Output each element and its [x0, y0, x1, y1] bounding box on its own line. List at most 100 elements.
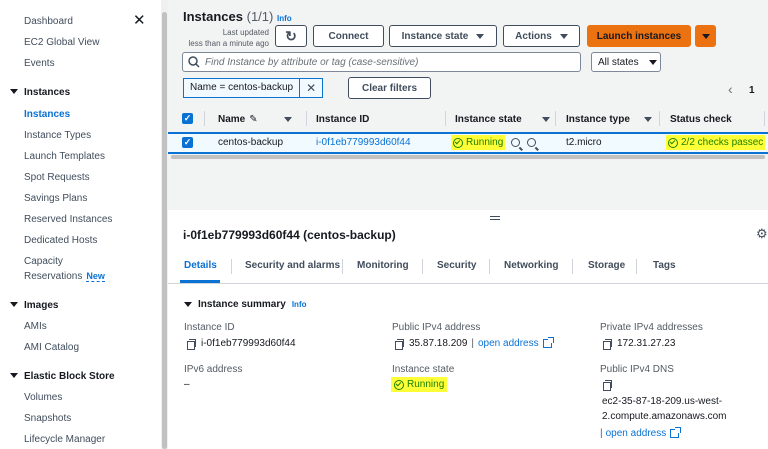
tab-networking[interactable]: Networking	[504, 260, 558, 271]
sidebar-section-images[interactable]: Images	[10, 300, 58, 311]
tab-details[interactable]: Details	[184, 260, 217, 271]
column-instance-id[interactable]: Instance ID	[316, 108, 369, 130]
copy-icon[interactable]	[187, 338, 196, 350]
sidebar-item-capacity-reservations[interactable]: Reservations New	[24, 271, 105, 282]
instance-state-button[interactable]: Instance state	[389, 25, 497, 47]
tab-security-and-alarms[interactable]: Security and alarms	[245, 260, 340, 271]
instance-summary-header[interactable]: Instance summary Info	[184, 299, 307, 310]
sidebar-item-lifecycle-manager[interactable]: Lifecycle Manager	[24, 434, 105, 445]
value-text: i-0f1eb779993d60f44	[201, 338, 296, 349]
remove-filter-icon[interactable]: ✕	[300, 81, 322, 95]
sidebar-item-launch-templates[interactable]: Launch Templates	[24, 151, 105, 162]
tab-storage[interactable]: Storage	[588, 260, 625, 271]
scrollbar-thumb[interactable]	[162, 12, 167, 449]
external-link-icon	[670, 427, 682, 438]
scrollbar-thumb[interactable]	[171, 155, 765, 159]
separator: |	[600, 428, 603, 439]
close-icon[interactable]: ✕	[133, 13, 146, 28]
copy-icon[interactable]	[395, 338, 404, 350]
sidebar-item-dedicated-hosts[interactable]: Dedicated Hosts	[24, 235, 97, 246]
column-instance-state[interactable]: Instance state	[455, 108, 550, 130]
public-dns-line-2: 2.compute.amazonaws.com	[602, 411, 727, 422]
launch-instances-button[interactable]: Launch instances	[587, 25, 691, 47]
state-text: Running	[466, 137, 504, 148]
column-separator	[555, 111, 556, 126]
open-address-link[interactable]: open address	[478, 338, 539, 349]
caret-down-icon	[648, 59, 657, 65]
filter-token: Name = centos-backup ✕	[183, 78, 324, 98]
sidebar-item-ami-catalog[interactable]: AMI Catalog	[24, 342, 79, 353]
sidebar-item-instances[interactable]: Instances	[24, 109, 70, 120]
sidebar-item-dashboard[interactable]: Dashboard	[24, 16, 73, 27]
connect-button[interactable]: Connect	[313, 25, 384, 47]
tab-security[interactable]: Security	[437, 260, 476, 271]
column-instance-type[interactable]: Instance type	[566, 108, 652, 130]
zoom-in-icon[interactable]	[511, 138, 521, 147]
actions-button[interactable]: Actions	[503, 25, 580, 47]
sidebar-section-ebs[interactable]: Elastic Block Store	[10, 371, 115, 382]
sidebar-item-reserved-instances[interactable]: Reserved Instances	[24, 214, 112, 225]
sort-icon[interactable]	[541, 116, 550, 122]
sort-icon[interactable]	[643, 116, 652, 122]
sidebar-item-spot-requests[interactable]: Spot Requests	[24, 172, 90, 183]
column-label: Name	[218, 113, 246, 125]
column-separator	[659, 111, 660, 126]
private-ipv4-label: Private IPv4 addresses	[600, 322, 703, 333]
cell-instance-id[interactable]: i-0f1eb779993d60f44	[316, 137, 411, 148]
sidebar-item-snapshots[interactable]: Snapshots	[24, 413, 71, 424]
public-dns-line-1: ec2-35-87-18-209.us-west-	[602, 396, 723, 407]
public-ipv4-value: 35.87.18.209 | open address	[395, 337, 554, 350]
caret-down-icon	[10, 302, 18, 307]
status-text: 2/2 checks passec	[681, 137, 764, 148]
select-all-checkbox[interactable]: ✓	[182, 113, 193, 124]
zoom-out-icon[interactable]	[527, 138, 537, 147]
sidebar-item-amis[interactable]: AMIs	[24, 321, 47, 332]
success-icon	[394, 379, 404, 390]
sidebar-item-volumes[interactable]: Volumes	[24, 392, 62, 403]
sidebar-scrollbar[interactable]	[161, 0, 168, 449]
section-label: Instances	[24, 87, 71, 98]
resize-handle-icon[interactable]	[490, 216, 500, 222]
pencil-icon: ✎	[249, 113, 258, 125]
info-link[interactable]: Info	[277, 14, 292, 23]
public-dns-open: | open address	[600, 427, 682, 439]
copy-icon[interactable]	[603, 338, 612, 350]
tab-monitoring[interactable]: Monitoring	[357, 260, 409, 271]
cell-instance-state: Running	[451, 135, 537, 150]
ipv6-value: –	[184, 379, 190, 390]
cell-name: centos-backup	[218, 137, 284, 148]
sidebar-item-events[interactable]: Events	[24, 58, 55, 69]
gear-icon[interactable]: ⚙	[756, 226, 768, 242]
sidebar-item-global-view[interactable]: EC2 Global View	[24, 37, 99, 48]
info-link[interactable]: Info	[292, 300, 307, 309]
search-input[interactable]: Find Instance by attribute or tag (case-…	[182, 52, 581, 72]
section-label: Images	[24, 300, 59, 311]
sort-icon[interactable]	[283, 116, 292, 122]
table-horizontal-scrollbar[interactable]	[168, 154, 768, 160]
item-label: Reservations	[24, 271, 83, 282]
refresh-icon: ↻	[285, 27, 297, 44]
column-name[interactable]: Name ✎	[218, 108, 292, 130]
clear-filters-button[interactable]: Clear filters	[348, 77, 431, 99]
public-dns-label: Public IPv4 DNS	[600, 364, 674, 375]
copy-icon[interactable]	[603, 380, 612, 391]
open-address-link[interactable]: open address	[606, 428, 667, 439]
launch-dropdown-button[interactable]	[695, 25, 716, 47]
column-status-check[interactable]: Status check	[670, 108, 732, 130]
sidebar-item-capacity[interactable]: Capacity	[24, 256, 63, 267]
sidebar-item-savings-plans[interactable]: Savings Plans	[24, 193, 87, 204]
page-prev-icon[interactable]: ‹	[728, 81, 733, 97]
search-placeholder: Find Instance by attribute or tag (case-…	[205, 56, 419, 68]
sidebar-item-instance-types[interactable]: Instance Types	[24, 130, 91, 141]
tab-tags[interactable]: Tags	[653, 260, 676, 271]
tab-separator	[342, 259, 343, 274]
sidebar-section-instances[interactable]: Instances	[10, 87, 70, 98]
state-highlight: Running	[451, 135, 506, 150]
refresh-button[interactable]: ↻	[275, 25, 307, 47]
page-number[interactable]: 1	[749, 85, 755, 96]
row-checkbox[interactable]: ✓	[182, 137, 193, 148]
tab-separator	[231, 259, 232, 274]
instance-id-label: Instance ID	[184, 322, 235, 333]
caret-down-icon	[10, 89, 18, 94]
states-select[interactable]: All states	[591, 52, 661, 72]
